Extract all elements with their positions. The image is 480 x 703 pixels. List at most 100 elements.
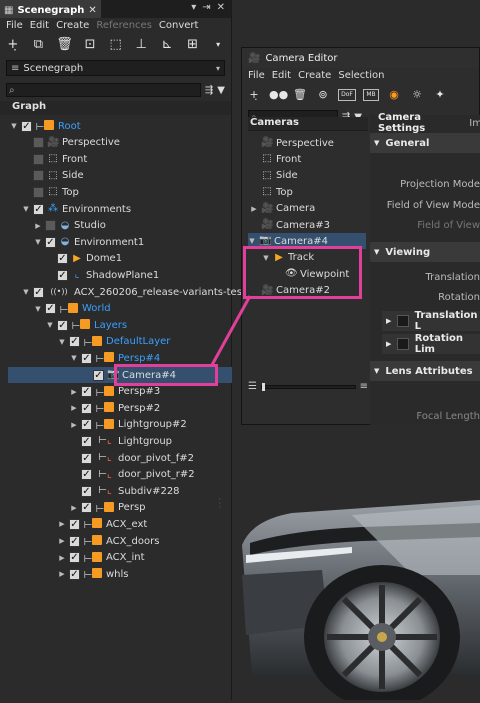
visibility-checkbox[interactable]: ✓ [69,519,80,530]
expand-arrow-icon[interactable]: ▼ [34,305,42,313]
visibility-checkbox[interactable]: ✓ [69,569,80,580]
visibility-checkbox[interactable]: ✓ [45,237,56,248]
snapshot-icon[interactable]: ⊚ [315,87,331,103]
tree-row[interactable]: ▼✓((•))ACX_260206_release-variants-test … [22,284,253,300]
collapse-arrow-icon[interactable]: ▶ [34,222,42,230]
close-icon[interactable]: ✕ [88,5,96,16]
expand-arrow-icon[interactable]: ▼ [34,238,42,246]
list-view-icon[interactable]: ☰ [248,381,257,392]
tree-row[interactable]: 🎥Perspective [22,135,120,151]
transform-icon[interactable]: ⊾ [159,37,175,53]
expand-arrow-icon[interactable]: ▼ [248,237,256,245]
tree-row[interactable]: ▶✓⊢ACX_doors [58,533,159,549]
visibility-checkbox[interactable]: ✓ [21,121,32,132]
target-icon[interactable]: ◉ [386,87,402,103]
visibility-checkbox[interactable]: ✓ [81,502,92,513]
tree-row[interactable]: ▶◒Studio [34,218,106,234]
visibility-checkbox[interactable]: ✓ [81,436,92,447]
collapse-arrow-icon[interactable]: ▶ [70,404,78,412]
tree-row[interactable]: ▼✓◒Environment1 [34,234,144,250]
add-camera-icon[interactable]: +̣ [246,87,262,103]
expand-arrow-icon[interactable]: ▼ [22,288,30,296]
visibility-checkbox[interactable]: ✓ [33,204,44,215]
expand-arrow-icon[interactable]: ▼ [70,354,78,362]
zoom-slider-handle[interactable] [262,383,265,391]
tree-row[interactable]: ✓⊢⌞door_pivot_f#2 [70,450,194,466]
tab-scenegraph[interactable]: ▦ Scenegraph ✕ [0,0,101,18]
camera-list-item[interactable]: ⬚Front [250,151,301,167]
expand-arrow-icon[interactable]: ▼ [22,205,30,213]
visibility-checkbox[interactable]: ✓ [81,469,92,480]
visibility-checkbox[interactable] [33,187,44,198]
rotation-limits-checkbox[interactable] [397,338,408,350]
tree-row[interactable]: ▼✓⊢DefaultLayer [58,334,170,350]
visibility-checkbox[interactable]: ✓ [69,536,80,547]
group-icon[interactable]: ⧉ [31,37,47,53]
section-general[interactable]: ▼General [370,133,480,153]
delete-icon[interactable]: 🗑 [292,87,308,103]
ce-menu-edit[interactable]: Edit [272,70,291,82]
view-dropdown[interactable]: ≡ Scenegraph ▾ [6,60,225,76]
tree-row[interactable]: ▶✓⊢Persp#2 [70,400,160,416]
viewport-3d[interactable] [232,425,480,700]
collapse-arrow-icon[interactable]: ▶ [70,504,78,512]
detail-view-icon[interactable]: ≡ [360,381,368,392]
zoom-slider[interactable] [261,385,356,389]
tree-row[interactable]: ⬚Front [22,151,87,167]
visibility-checkbox[interactable]: ✓ [81,403,92,414]
tree-row[interactable]: ✓⊢⌞Subdiv#228 [70,483,180,499]
section-rotation-limits[interactable]: ▶Rotation Lim [382,334,480,354]
filter-icon[interactable]: ▼ [217,85,225,96]
visibility-checkbox[interactable]: ✓ [93,370,104,381]
collapse-arrow-icon[interactable]: ▶ [250,205,258,213]
tree-row[interactable]: ✓⊢⌞door_pivot_r#2 [70,467,195,483]
visibility-checkbox[interactable]: ✓ [45,303,56,314]
visibility-checkbox[interactable]: ✓ [81,486,92,497]
visibility-checkbox[interactable] [33,170,44,181]
delete-icon[interactable]: 🗑 [56,37,72,53]
tree-row[interactable]: ✓▶Dome1 [46,251,122,267]
tab-camera-settings[interactable]: Camera Settings [378,112,457,134]
tree-row[interactable]: ✓⌞ShadowPlane1 [46,267,159,283]
collapse-arrow-icon[interactable]: ▶ [70,388,78,396]
close-panel-icon[interactable]: ✕ [217,2,225,16]
tree-row[interactable]: ▶✓⊢ACX_ext [58,516,147,532]
menu-edit[interactable]: Edit [30,20,49,32]
add-node-icon[interactable]: +̣ [5,37,21,53]
stereo-icon[interactable]: ●● [269,87,285,103]
select-icon[interactable]: ⊡ [82,37,98,53]
camera-list-item[interactable]: 🎥Camera#3 [250,217,330,233]
visibility-checkbox[interactable]: ✓ [81,353,92,364]
tree-row[interactable]: ⬚Top [22,184,79,200]
visibility-checkbox[interactable] [45,220,56,231]
camera-list-item[interactable]: ⬚Top [250,184,293,200]
tree-row[interactable]: ▼✓⊢Root [10,118,81,134]
visibility-checkbox[interactable]: ✓ [57,320,68,331]
visibility-checkbox[interactable]: ✓ [81,419,92,430]
expand-arrow-icon[interactable]: ▼ [58,338,66,346]
search-input[interactable]: ⌕ [6,83,201,97]
translation-limits-checkbox[interactable] [397,315,408,327]
camera-list-item[interactable]: 🎥Perspective [250,135,334,151]
menu-references[interactable]: References [96,20,152,32]
dof-icon[interactable]: DoF [338,89,356,101]
section-lens-attributes[interactable]: ▼Lens Attributes [370,361,480,381]
collapse-arrow-icon[interactable]: ▶ [58,537,66,545]
toolbar-more-icon[interactable]: ▾ [210,37,226,53]
tree-row[interactable]: ▶✓⊢ACX_int [58,550,145,566]
ce-menu-selection[interactable]: Selection [338,70,384,82]
filter-options-icon[interactable]: ⇶ [205,85,213,96]
select-children-icon[interactable]: ⬚ [108,37,124,53]
tree-row[interactable]: ▶✓⊢Persp [70,500,146,516]
tab-image[interactable]: Im [469,118,480,129]
collapse-arrow-icon[interactable]: ▶ [58,554,66,562]
sun-icon[interactable]: ☼ [409,87,425,103]
menu-file[interactable]: File [6,20,23,32]
visibility-checkbox[interactable]: ✓ [57,253,68,264]
camera-list-item[interactable]: ⬚Side [250,168,298,184]
merge-icon[interactable]: ⊞ [185,37,201,53]
visibility-checkbox[interactable] [33,154,44,165]
visibility-checkbox[interactable]: ✓ [81,453,92,464]
visibility-checkbox[interactable] [33,137,44,148]
pivot-icon[interactable]: ⊥ [134,37,150,53]
